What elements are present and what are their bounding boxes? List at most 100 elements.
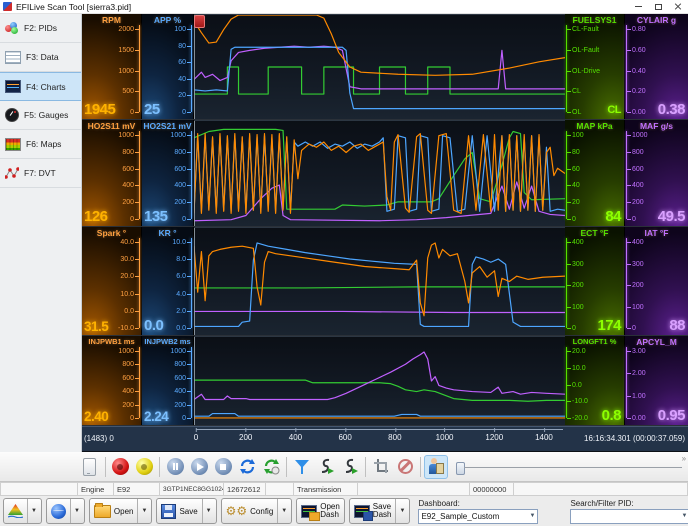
minimize-button[interactable] xyxy=(628,0,648,14)
toolbar-overflow-chevron[interactable]: » xyxy=(682,452,686,463)
log-add-button-2[interactable] xyxy=(338,455,362,479)
dropdown-arrow[interactable]: ▼ xyxy=(277,499,287,523)
gauge-axis-line xyxy=(139,25,140,112)
axis-tick: 0.80 xyxy=(627,26,646,33)
chart-cursor[interactable] xyxy=(194,337,195,425)
chart-cursor[interactable] xyxy=(194,121,195,226)
gauge-label: HO2S21 mV xyxy=(143,121,192,131)
gauge-axis-line xyxy=(626,238,627,328)
filter-button[interactable] xyxy=(290,455,314,479)
record-yellow-button[interactable] xyxy=(132,455,156,479)
gauge-spark[interactable]: Spark ° 40.0 30.0 20.0 10.0 0.0 -10.0 31.5 xyxy=(82,227,142,335)
gauge-label: KR ° xyxy=(158,228,177,238)
record-red-button[interactable] xyxy=(108,455,132,479)
axis-tick: 0 xyxy=(130,216,139,223)
gauge-cylair[interactable]: CYLAIR g 0.80 0.60 0.40 0.20 0.00 0.38 xyxy=(625,14,688,119)
crop-icon xyxy=(373,459,389,474)
slider-handle[interactable] xyxy=(456,461,466,475)
axis-tick: -10.0 xyxy=(118,325,139,332)
gauge-fuelsys1[interactable]: FUELSYS1 CL-Fault OL-Fault OL-Drive CL OL CL xyxy=(565,14,625,119)
close-window-button[interactable] xyxy=(668,0,688,14)
gauge-axis-ticks: 400 300 200 100 0 xyxy=(567,239,584,332)
axis-tick: 0.20 xyxy=(627,88,646,95)
chart-row-4: INJPWB1 ms 1000 800 600 400 200 0 2.40 INJPWB… xyxy=(82,336,688,426)
gauge-axis-line xyxy=(191,347,192,418)
dashboard-value: E92_Sample_Custom xyxy=(421,511,500,521)
save-button[interactable]: Save ▼ xyxy=(156,498,217,524)
gauge-value: 2.40 xyxy=(84,409,109,424)
axis-tick: 0 xyxy=(182,216,191,223)
gauge-app[interactable]: APP % 100 80 60 40 20 0 25 xyxy=(142,14,194,119)
gauge-kr[interactable]: KR ° 10.0 8.0 6.0 4.0 2.0 0.0 0.0 xyxy=(142,227,194,335)
open-dash-button[interactable]: Open Dash xyxy=(296,498,345,524)
gauge-injpwb1[interactable]: INJPWB1 ms 1000 800 600 400 200 0 2.40 xyxy=(82,336,142,425)
status-cell-engine: Engine xyxy=(78,482,114,496)
dropdown-arrow[interactable]: ▼ xyxy=(395,499,405,523)
axis-tick: 30.0 xyxy=(120,256,139,263)
playback-slider[interactable] xyxy=(456,459,682,475)
gauge-ect[interactable]: ECT °F 400 300 200 100 0 174 xyxy=(565,227,625,335)
chart-plot-4[interactable] xyxy=(194,336,565,425)
gauge-label: HO2S11 mV xyxy=(87,121,136,131)
sidebar-item-charts[interactable]: F4: Charts xyxy=(0,72,81,101)
driver-info-button[interactable] xyxy=(424,454,449,479)
axis-tick: 100 xyxy=(567,304,584,311)
dropdown-arrow[interactable]: ▼ xyxy=(201,499,212,523)
log-add-button-1[interactable] xyxy=(314,455,338,479)
sync-save-button[interactable] xyxy=(259,455,283,479)
axis-tick: 800 xyxy=(174,361,191,368)
axis-tick: 600 xyxy=(174,375,191,382)
axis-tick: 300 xyxy=(627,261,644,268)
dashboard-combo[interactable]: E92_Sample_Custom ▼ xyxy=(418,508,539,524)
chart-cursor[interactable] xyxy=(194,15,195,119)
gauge-longft1[interactable]: LONGFT1 % 20.0 10.0 0.0 -10.0 -20.0 0.8 xyxy=(565,336,625,425)
axis-tick: 200 xyxy=(567,282,584,289)
sidebar-item-maps[interactable]: F6: Maps xyxy=(0,130,81,159)
sidebar-item-data[interactable]: F3: Data xyxy=(0,43,81,72)
gauge-label: Spark ° xyxy=(96,228,127,238)
chart-plot-1[interactable] xyxy=(194,14,565,119)
gauge-ho2s21[interactable]: HO2S21 mV 1000 800 600 400 200 0 135 xyxy=(142,120,194,226)
chart-plot-2[interactable] xyxy=(194,120,565,226)
sidebar-item-pids[interactable]: F2: PIDs xyxy=(0,14,81,43)
dropdown-arrow[interactable]: ▼ xyxy=(69,499,80,523)
sync-save-icon xyxy=(263,459,280,475)
chart-cursor[interactable] xyxy=(194,228,195,335)
gauge-value: 49.5 xyxy=(657,208,686,225)
gauge-value: 25 xyxy=(144,101,160,118)
dropdown-arrow[interactable]: ▼ xyxy=(27,499,37,523)
chart-plot-3[interactable] xyxy=(194,227,565,335)
chart-marker-handle[interactable] xyxy=(194,15,205,28)
gauge-maf[interactable]: MAF g/s 1000 800 600 400 200 0 49.5 xyxy=(625,120,688,226)
gauge-value: CL xyxy=(607,104,621,116)
gauge-rpm[interactable]: RPM 2000 1500 1000 500 0 1945 xyxy=(82,14,142,119)
stop-icon xyxy=(214,458,232,475)
sidebar-item-gauges[interactable]: F5: Gauges xyxy=(0,101,81,130)
search-filter-pid-combo[interactable]: ▼ xyxy=(570,508,688,524)
pause-button[interactable] xyxy=(163,455,187,479)
web-tool-button[interactable]: ▼ xyxy=(45,498,85,524)
axis-tick: 1000 xyxy=(627,132,648,139)
gauge-injpwb2[interactable]: INJPWB2 ms 1000 800 600 400 200 0 2.24 xyxy=(142,336,194,425)
open-button[interactable]: Open ▼ xyxy=(88,498,153,524)
disable-button[interactable] xyxy=(393,455,417,479)
axis-tick: 10.0 xyxy=(120,291,139,298)
axis-tick: 0 xyxy=(130,109,139,116)
play-button[interactable] xyxy=(187,455,211,479)
sidebar-item-dvt[interactable]: F7: DVT xyxy=(0,159,81,188)
stop-button[interactable] xyxy=(211,455,235,479)
gauge-iat[interactable]: IAT °F 400 300 200 100 0 88 xyxy=(625,227,688,335)
config-button[interactable]: ⚙⚙ Config ▼ xyxy=(220,498,293,524)
status-cell-blank xyxy=(0,482,78,496)
refresh-button[interactable] xyxy=(235,455,259,479)
pid-chart-tool-button[interactable]: ▼ xyxy=(3,498,42,524)
gauge-map[interactable]: MAP kPa 100 80 60 40 20 0 84 xyxy=(565,120,625,226)
gauge-ho2s11[interactable]: HO2S11 mV 1000 800 600 400 200 0 126 xyxy=(82,120,142,226)
save-dash-button[interactable]: Save Dash ▼ xyxy=(348,498,411,524)
maximize-button[interactable] xyxy=(648,0,668,14)
dropdown-arrow[interactable]: ▼ xyxy=(137,499,147,523)
gauge-apcyl[interactable]: APCYL_M 3.00 2.00 1.00 0.00 0.95 xyxy=(625,336,688,425)
crop-button[interactable] xyxy=(369,455,393,479)
device-button[interactable] xyxy=(78,455,102,479)
gauge-axis-line xyxy=(191,25,192,112)
